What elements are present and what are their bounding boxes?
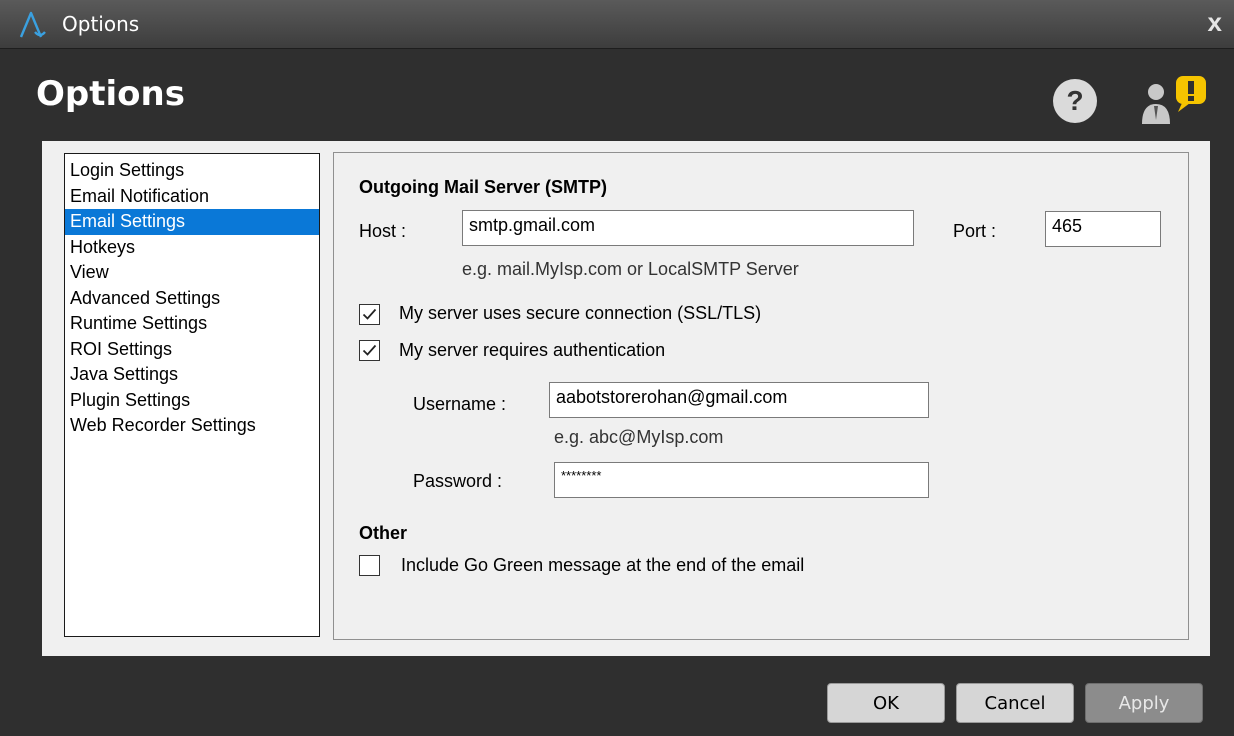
password-input[interactable]: ********: [554, 462, 929, 498]
sidebar-item-runtime-settings[interactable]: Runtime Settings: [65, 311, 319, 337]
username-input[interactable]: aabotstorerohan@gmail.com: [549, 382, 929, 418]
password-label: Password :: [413, 471, 503, 491]
go-green-checkbox[interactable]: [359, 555, 380, 576]
username-hint: e.g. abc@MyIsp.com: [554, 427, 724, 447]
sidebar-item-java-settings[interactable]: Java Settings: [65, 362, 319, 388]
auth-label[interactable]: My server requires authentication: [399, 340, 665, 361]
sidebar-item-advanced-settings[interactable]: Advanced Settings: [65, 286, 319, 312]
port-input[interactable]: 465: [1045, 211, 1161, 247]
title-bar: Options x: [0, 0, 1234, 49]
cancel-button[interactable]: Cancel: [956, 683, 1074, 723]
username-label: Username :: [413, 394, 507, 414]
sidebar-item-plugin-settings[interactable]: Plugin Settings: [65, 388, 319, 414]
sidebar-item-email-notification[interactable]: Email Notification: [65, 184, 319, 210]
other-section-title: Other: [359, 523, 408, 543]
sidebar-item-web-recorder-settings[interactable]: Web Recorder Settings: [65, 413, 319, 439]
app-logo-icon: [19, 11, 46, 38]
ssl-checkbox[interactable]: [359, 304, 380, 325]
window-title: Options: [62, 12, 140, 36]
page-title: Options: [36, 74, 185, 114]
sidebar-item-roi-settings[interactable]: ROI Settings: [65, 337, 319, 363]
sidebar-item-email-settings[interactable]: Email Settings: [65, 209, 319, 235]
host-label: Host :: [359, 221, 407, 241]
sidebar-item-view[interactable]: View: [65, 260, 319, 286]
smtp-section-title: Outgoing Mail Server (SMTP): [359, 177, 608, 197]
email-settings-content: Outgoing Mail Server (SMTP) Host : smtp.…: [333, 152, 1189, 640]
go-green-label[interactable]: Include Go Green message at the end of t…: [401, 555, 804, 576]
help-icon[interactable]: ?: [1053, 79, 1097, 123]
auth-checkbox[interactable]: [359, 340, 380, 361]
apply-button[interactable]: Apply: [1085, 683, 1203, 723]
sidebar-item-hotkeys[interactable]: Hotkeys: [65, 235, 319, 261]
options-panel: Login Settings Email Notification Email …: [42, 141, 1210, 656]
ssl-label[interactable]: My server uses secure connection (SSL/TL…: [399, 303, 761, 324]
host-input[interactable]: smtp.gmail.com: [462, 210, 914, 246]
port-label: Port :: [953, 221, 997, 241]
checkmark-icon: [362, 344, 377, 356]
checkmark-icon: [362, 308, 377, 320]
close-button[interactable]: x: [1208, 7, 1222, 38]
settings-category-list[interactable]: Login Settings Email Notification Email …: [64, 153, 320, 637]
sidebar-item-login-settings[interactable]: Login Settings: [65, 158, 319, 184]
ok-button[interactable]: OK: [827, 683, 945, 723]
user-alert-icon[interactable]: [1138, 74, 1214, 126]
host-hint: e.g. mail.MyIsp.com or LocalSMTP Server: [462, 259, 799, 279]
